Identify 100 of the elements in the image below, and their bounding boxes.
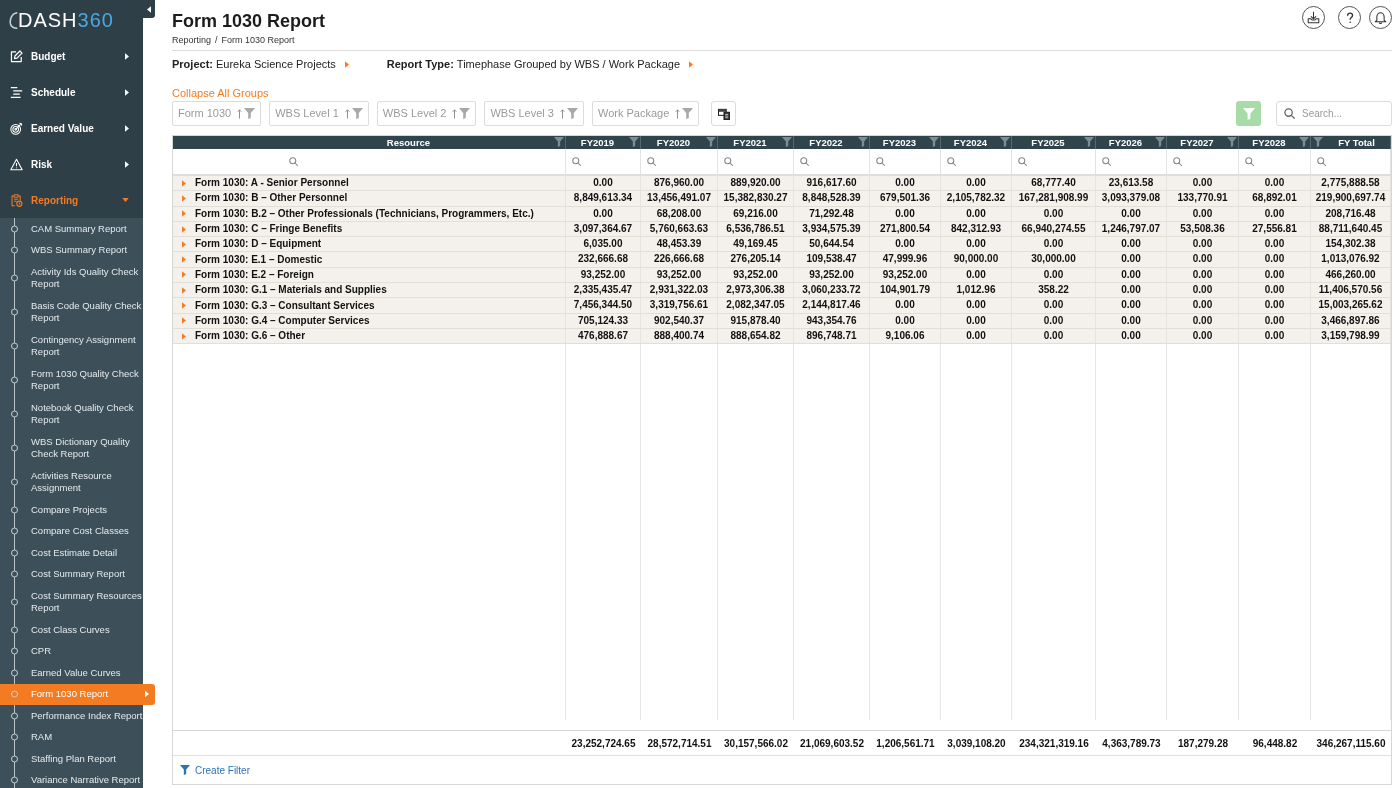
submenu-item[interactable]: CPR bbox=[0, 640, 143, 662]
table-cell: 876,960.00 bbox=[641, 176, 718, 191]
submenu-item[interactable]: Cost Class Curves bbox=[0, 619, 143, 641]
column-header[interactable]: FY2019 bbox=[566, 136, 641, 149]
submenu-item[interactable]: Earned Value Curves bbox=[0, 662, 143, 684]
breadcrumb-separator: / bbox=[215, 34, 218, 46]
table-cell: 90,000.00 bbox=[941, 252, 1012, 267]
submenu-item[interactable]: WBS Summary Report bbox=[0, 239, 143, 261]
column-header[interactable]: FY2024 bbox=[941, 136, 1012, 149]
create-filter-link[interactable]: Create Filter bbox=[180, 762, 250, 778]
list-lines-icon bbox=[10, 85, 23, 99]
timeline-node-icon bbox=[10, 376, 18, 384]
breadcrumb-link[interactable]: Reporting bbox=[172, 34, 212, 46]
table-cell: 0.00 bbox=[1239, 237, 1311, 252]
submenu-item[interactable]: WBS Dictionary Quality Check Report bbox=[0, 431, 143, 465]
total-cell-text: 96,448.82 bbox=[1251, 736, 1299, 751]
column-header[interactable]: FY2025 bbox=[1012, 136, 1096, 149]
submenu-item[interactable]: Compare Projects bbox=[0, 499, 143, 521]
table-cell: 0.00 bbox=[1096, 252, 1167, 267]
nav-item[interactable]: Budget bbox=[0, 38, 143, 74]
table-cell: 2,082,347.05 bbox=[718, 298, 794, 313]
edit-icon bbox=[10, 49, 23, 63]
row-label: Form 1030: G.1 – Materials and Supplies bbox=[195, 283, 387, 298]
column-header[interactable]: FY2026 bbox=[1096, 136, 1167, 149]
submenu-item[interactable]: Cost Summary Resources Report bbox=[0, 585, 143, 619]
total-cell-text: 3,039,108.20 bbox=[946, 736, 1007, 751]
table-cell: 93,252.00 bbox=[566, 267, 641, 283]
timeline-node-icon bbox=[10, 478, 18, 486]
submenu-item[interactable]: Compare Cost Classes bbox=[0, 520, 143, 542]
context-selector[interactable]: Project: Eureka Science Projects bbox=[172, 57, 349, 71]
submenu-item[interactable]: Contingency Assignment Report bbox=[0, 329, 143, 363]
timeline-node-icon bbox=[10, 527, 18, 535]
caret-right-icon bbox=[344, 60, 349, 68]
table-row[interactable]: Form 1030: E.1 – Domestic 232,666.68 226,666.68 276,205.14 109,538.47 47,999.96 90,000.00 30,000.00 0.00 0.00 0.00 1,013,076.92 bbox=[173, 252, 1391, 268]
timeline-node-icon bbox=[10, 755, 18, 763]
search-icon bbox=[1102, 157, 1111, 166]
submenu-item[interactable]: CAM Summary Report bbox=[0, 218, 143, 240]
table-cell: 0.00 bbox=[941, 298, 1012, 313]
nav-item[interactable]: Earned Value bbox=[0, 110, 143, 146]
submenu-item[interactable]: Notebook Quality Check Report bbox=[0, 397, 143, 431]
table-cell: 226,666.68 bbox=[641, 252, 718, 267]
table-row[interactable]: Form 1030: G.1 – Materials and Supplies 2,335,435.47 2,931,322.03 2,973,306.38 3,060,233.72 104,901.79 1,012.96 358.22 0.00 0.00 0.00 11,406,570.56 bbox=[173, 283, 1391, 299]
search-icon bbox=[647, 157, 656, 166]
table-row[interactable]: Form 1030: B – Other Personnel 8,849,613.34 13,456,491.07 15,382,830.27 8,848,528.39 679,501.36 2,105,782.32 167,281,908.99 3,093,379.08 133,770.91 68,892.01 219,900,697.74 bbox=[173, 191, 1391, 207]
column-header[interactable]: FY2027 bbox=[1167, 136, 1239, 149]
submenu-item[interactable]: Cost Estimate Detail bbox=[0, 542, 143, 564]
submenu-item[interactable]: Activity Ids Quality Check Report bbox=[0, 261, 143, 295]
timeline-node-icon bbox=[10, 647, 18, 655]
timeline-node-icon bbox=[10, 549, 18, 557]
search-icon bbox=[1245, 157, 1254, 166]
table-cell: 133,770.91 bbox=[1167, 191, 1239, 206]
column-header[interactable]: FY Total bbox=[1311, 136, 1391, 149]
table-cell: 47,999.96 bbox=[870, 252, 941, 267]
nav-item[interactable]: Schedule bbox=[0, 74, 143, 110]
filter-icon bbox=[682, 108, 694, 119]
table-cell: 889,920.00 bbox=[718, 176, 794, 191]
table-cell: 2,144,817.46 bbox=[794, 298, 870, 313]
submenu-item[interactable]: Performance Index Report bbox=[0, 705, 143, 727]
submenu-item[interactable]: Cost Summary Report bbox=[0, 563, 143, 585]
submenu-item[interactable]: Variance Narrative Report bbox=[0, 769, 143, 788]
table-cell: 0.00 bbox=[1012, 298, 1096, 313]
column-header[interactable]: Resource bbox=[173, 136, 566, 149]
column-header[interactable]: FY2028 bbox=[1239, 136, 1311, 149]
table-cell: 9,106.06 bbox=[870, 328, 941, 344]
table-cell: 167,281,908.99 bbox=[1012, 191, 1096, 206]
column-header[interactable]: FY2021 bbox=[718, 136, 794, 149]
submenu-item[interactable]: Activities Resource Assignment bbox=[0, 465, 143, 499]
table-cell: 0.00 bbox=[1239, 328, 1311, 344]
table-row[interactable]: Form 1030: G.3 – Consultant Services 7,456,344.50 3,319,756.61 2,082,347.05 2,144,817.46 0.00 0.00 0.00 0.00 0.00 0.00 15,003,265.62 bbox=[173, 298, 1391, 314]
search-icon bbox=[876, 157, 885, 166]
submenu-item[interactable]: Staffing Plan Report bbox=[0, 748, 143, 770]
timeline-node-icon bbox=[10, 626, 18, 634]
context-selector[interactable]: Report Type: Timephase Grouped by WBS / Work Package bbox=[386, 57, 693, 71]
nav-item[interactable]: Risk bbox=[0, 146, 143, 182]
filter-icon bbox=[567, 108, 578, 119]
notifications-button[interactable] bbox=[1369, 6, 1392, 29]
help-button[interactable] bbox=[1338, 6, 1361, 29]
table-cell: 0.00 bbox=[1239, 298, 1311, 313]
table-cell: 2,105,782.32 bbox=[941, 191, 1012, 206]
filter-toggle-button[interactable] bbox=[1236, 101, 1261, 126]
table-cell: 68,777.40 bbox=[1012, 176, 1096, 191]
collapse-sidebar-button[interactable] bbox=[143, 0, 155, 18]
table-row[interactable]: Form 1030: A - Senior Personnel 0.00 876,960.00 889,920.00 916,617.60 0.00 0.00 68,777.40 23,613.58 0.00 0.00 2,775,888.58 bbox=[173, 176, 1391, 192]
table-cell: 276,205.14 bbox=[718, 252, 794, 267]
filter-icon bbox=[706, 137, 716, 147]
view-options-button[interactable] bbox=[711, 101, 737, 126]
submenu-item[interactable]: Form 1030 Quality Check Report bbox=[0, 363, 143, 397]
timeline-node-icon bbox=[10, 410, 18, 418]
total-cell-text: 23,252,724.65 bbox=[570, 736, 637, 751]
search-icon bbox=[289, 157, 298, 166]
submenu-item[interactable]: Basis Code Quality Check Report bbox=[0, 295, 143, 329]
submenu-item[interactable]: RAM bbox=[0, 726, 143, 748]
column-header[interactable]: FY2022 bbox=[794, 136, 870, 149]
table-cell: 0.00 bbox=[870, 206, 941, 221]
nav-item[interactable]: Reporting bbox=[0, 182, 143, 218]
column-header[interactable]: FY2023 bbox=[870, 136, 941, 149]
table-cell: 0.00 bbox=[566, 206, 641, 221]
download-button[interactable] bbox=[1302, 6, 1325, 29]
table-row[interactable]: Form 1030: D – Equipment 6,035.00 48,453.39 49,169.45 50,644.54 0.00 0.00 0.00 0.00 0.00 0.00 154,302.38 bbox=[173, 237, 1391, 253]
column-header[interactable]: FY2020 bbox=[641, 136, 718, 149]
